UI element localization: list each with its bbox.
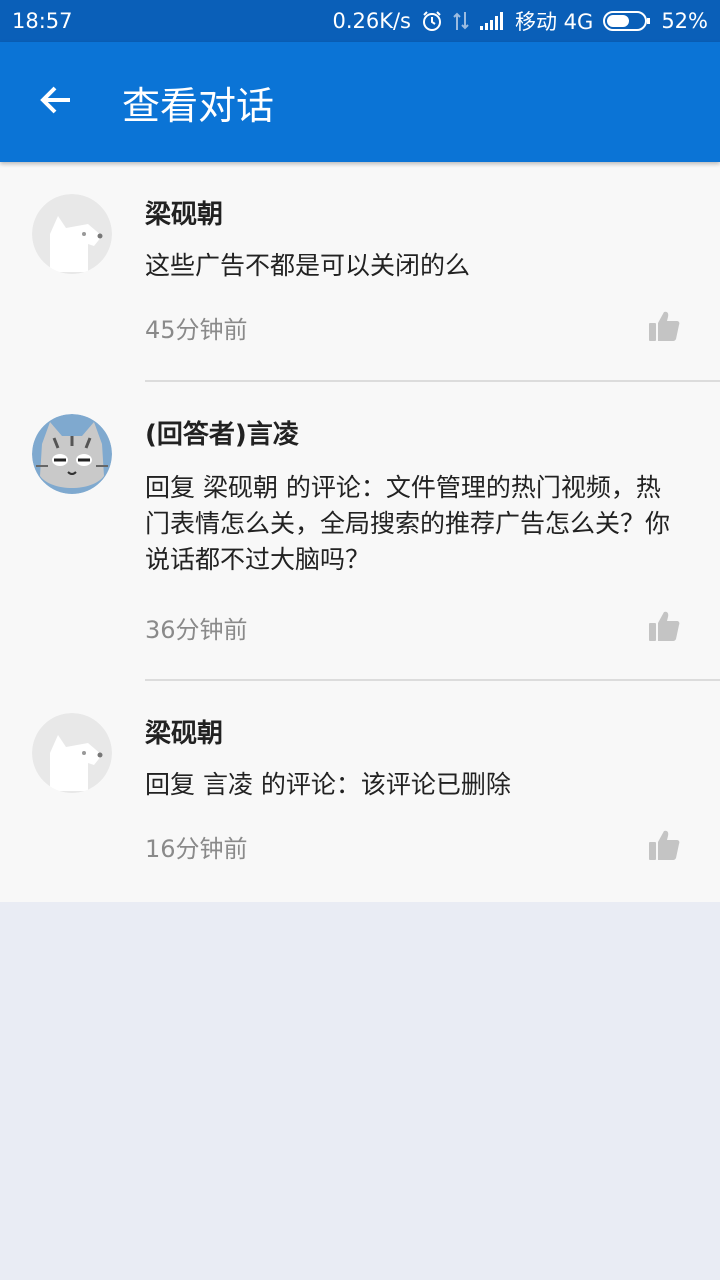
comment-item[interactable]: 梁砚朝 回复 言凌 的评论：该评论已删除 16分钟前 [0, 681, 720, 902]
avatar[interactable] [32, 414, 112, 494]
data-transfer-icon [453, 10, 469, 32]
page-title: 查看对话 [122, 83, 275, 128]
comment-author[interactable]: (回答者)言凌 [145, 414, 299, 451]
thumbs-up-icon [649, 830, 680, 860]
network-speed: 0.26K/s [332, 9, 411, 33]
app-bar: 查看对话 [0, 42, 720, 162]
status-right: 0.26K/s 移动 4G 52% [332, 6, 708, 36]
comment-author[interactable]: 梁砚朝 [145, 713, 223, 750]
comment-item[interactable]: 梁砚朝 这些广告不都是可以关闭的么 45分钟前 [0, 162, 720, 382]
thumbs-up-icon [649, 611, 680, 641]
like-button[interactable] [644, 827, 684, 863]
signal-icon [479, 11, 505, 31]
like-button[interactable] [644, 308, 684, 344]
thumbs-up-icon [649, 311, 680, 341]
battery-icon [603, 10, 651, 32]
comment-text: 回复 言凌 的评论：该评论已删除 [145, 770, 511, 799]
dog-icon [32, 194, 112, 274]
carrier-label: 移动 4G [515, 10, 594, 34]
dog-icon [32, 713, 112, 793]
status-bar: 18:57 0.26K/s 移动 4G 52% [0, 0, 720, 42]
comment-text: 这些广告不都是可以关闭的么 [145, 251, 471, 280]
battery-percent: 52% [661, 9, 708, 33]
comment-text: 回复 梁砚朝 的评论：文件管理的热门视频，热门表情怎么关，全局搜索的推荐广告怎么… [145, 473, 671, 574]
alarm-icon [421, 10, 443, 32]
comment-author[interactable]: 梁砚朝 [145, 194, 223, 231]
comment-item[interactable]: (回答者)言凌 回复 梁砚朝 的评论：文件管理的热门视频，热门表情怎么关，全局搜… [0, 382, 720, 680]
comment-time: 16分钟前 [145, 835, 248, 863]
arrow-left-icon [38, 82, 74, 122]
back-button[interactable] [0, 42, 112, 162]
avatar[interactable] [32, 713, 112, 793]
comment-list: 梁砚朝 这些广告不都是可以关闭的么 45分钟前 (回答者)言凌 回复 梁砚朝 的… [0, 162, 720, 902]
status-time: 18:57 [12, 9, 73, 33]
cat-avatar-icon [32, 414, 112, 494]
comment-time: 36分钟前 [145, 616, 248, 644]
avatar[interactable] [32, 194, 112, 274]
like-button[interactable] [644, 608, 684, 644]
comment-time: 45分钟前 [145, 316, 248, 344]
